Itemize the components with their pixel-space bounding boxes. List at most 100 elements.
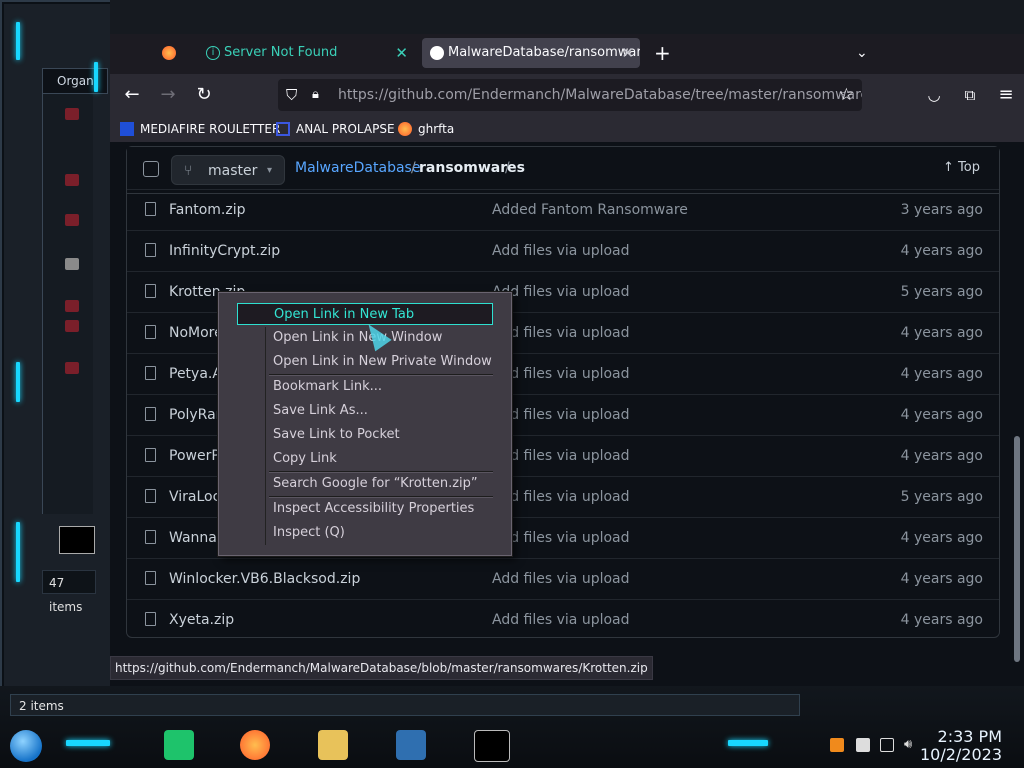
bookmark-mediafire[interactable]: MEDIAFIRE ROULETTER [120, 120, 280, 138]
file-icon[interactable] [65, 320, 79, 332]
branch-name: master [208, 163, 258, 179]
volume-icon[interactable]: 🔊︎ [904, 738, 918, 752]
file-name[interactable]: Winlocker.VB6.Blacksod.zip [169, 559, 360, 599]
tray-app-icon[interactable] [830, 738, 844, 752]
tab-github[interactable]: MalwareDatabase/ransomware ✕ [422, 38, 640, 68]
clock-time: 2:33 PM [937, 727, 1002, 746]
firefox-icon[interactable] [240, 730, 270, 760]
commit-message[interactable]: Add files via upload [492, 600, 630, 640]
file-icon[interactable] [65, 362, 79, 374]
reload-button[interactable]: ↻ [192, 83, 216, 107]
desktop-items-status: 2 items [10, 694, 800, 716]
file-icon[interactable] [65, 300, 79, 312]
menu-item-save-to-pocket[interactable]: Save Link to Pocket [273, 424, 400, 446]
window-skin-top [110, 0, 1024, 36]
commit-message[interactable]: Added Fantom Ransomware [492, 190, 688, 230]
shield-icon[interactable]: ⛉ [286, 79, 297, 111]
commit-message[interactable]: Add files via upload [492, 518, 630, 558]
file-icon [145, 612, 156, 626]
top-button[interactable]: ↑ Top [943, 160, 980, 175]
tab-label: MalwareDatabase/ransomware [448, 45, 640, 60]
url-text[interactable]: https://github.com/Endermanch/MalwareDat… [338, 87, 862, 103]
sidebar-toggle-icon[interactable] [143, 161, 159, 177]
skin-led [16, 522, 20, 582]
menu-item-open-private-window[interactable]: Open Link in New Private Window [273, 351, 492, 373]
chevron-down-icon[interactable]: ⌄ [856, 42, 870, 64]
table-row[interactable]: InfinityCrypt.zip Add files via upload 4 y… [127, 230, 999, 271]
arrow-up-icon: ↑ [943, 160, 959, 175]
close-icon[interactable]: ✕ [395, 38, 408, 68]
file-icon[interactable] [65, 108, 79, 120]
commit-message[interactable]: Add files via upload [492, 313, 630, 353]
menu-item-open-new-tab[interactable]: Open Link in New Tab [237, 303, 493, 325]
file-name[interactable]: NoMore [169, 313, 223, 353]
commit-message[interactable]: Add files via upload [492, 231, 630, 271]
close-icon[interactable]: ✕ [621, 38, 634, 68]
new-tab-button[interactable]: + [654, 42, 674, 64]
tab-label: Server Not Found [224, 45, 338, 60]
file-name[interactable]: Fantom.zip [169, 190, 246, 230]
file-name[interactable]: Xyeta.zip [169, 600, 234, 640]
repo-header: ⑂ master ▾ MalwareDatabase / ransomwares… [127, 147, 999, 194]
menu-item-save-link-as[interactable]: Save Link As... [273, 400, 368, 422]
commit-age: 4 years ago [900, 243, 983, 259]
explorer-window: Organ 47 items [0, 0, 114, 694]
commit-message[interactable]: Add files via upload [492, 436, 630, 476]
lock-icon[interactable]: 🔒︎ [312, 79, 319, 111]
menu-item-inspect-accessibility[interactable]: Inspect Accessibility Properties [273, 498, 474, 520]
commit-message[interactable]: Add files via upload [492, 395, 630, 435]
menu-item-bookmark-link[interactable]: Bookmark Link... [273, 376, 382, 398]
commit-age: 4 years ago [900, 571, 983, 587]
bookmark-ghrfta[interactable]: ghrfta [398, 120, 454, 138]
start-orb-icon[interactable] [10, 730, 42, 762]
commit-message[interactable]: Add files via upload [492, 477, 630, 517]
commit-message[interactable]: Add files via upload [492, 272, 630, 312]
forward-button[interactable]: → [156, 83, 180, 107]
tab-bar: i Server Not Found ✕ MalwareDatabase/ran… [110, 34, 1024, 72]
commit-age: 3 years ago [900, 202, 983, 218]
menu-icon[interactable]: ≡ [994, 83, 1018, 107]
file-name[interactable]: InfinityCrypt.zip [169, 231, 280, 271]
bookmark-anal-prolapse[interactable]: ANAL PROLAPSE [276, 120, 395, 138]
tab-firefox[interactable] [150, 38, 190, 68]
extensions-icon[interactable]: ⧉ [958, 83, 982, 107]
scrollbar-thumb[interactable] [1014, 436, 1020, 662]
table-row[interactable]: Winlocker.VB6.Blacksod.zip Add files via … [127, 558, 999, 599]
file-icon[interactable] [65, 214, 79, 226]
commit-message[interactable]: Add files via upload [492, 559, 630, 599]
terminal-thumbnail-icon[interactable] [59, 526, 95, 554]
file-icon[interactable] [65, 174, 79, 186]
star-icon[interactable]: ☆ [839, 79, 854, 111]
menu-item-search-google[interactable]: Search Google for “Krotten.zip” [273, 473, 478, 495]
menu-item-copy-link[interactable]: Copy Link [273, 448, 337, 470]
skin-led [16, 22, 20, 60]
back-button[interactable]: ← [120, 83, 144, 107]
commit-age: 4 years ago [900, 530, 983, 546]
nav-bar: ← → ↻ ⛉ 🔒︎ https://github.com/Endermanch… [110, 74, 1024, 116]
clock[interactable]: 2:33 PM 10/2/2023 [920, 728, 1002, 764]
firefox-icon [162, 46, 176, 60]
url-bar[interactable]: ⛉ 🔒︎ https://github.com/Endermanch/Malwa… [278, 79, 862, 111]
tab-server-not-found[interactable]: i Server Not Found ✕ [198, 38, 414, 68]
branch-selector[interactable]: ⑂ master ▾ [171, 155, 285, 185]
flag-icon[interactable] [856, 738, 870, 752]
file-icon[interactable] [65, 258, 79, 270]
firefox-icon [398, 122, 412, 136]
network-icon[interactable] [880, 738, 894, 752]
pocket-icon[interactable]: ◡ [922, 83, 946, 107]
commit-message[interactable]: Add files via upload [492, 354, 630, 394]
folder-icon[interactable] [318, 730, 348, 760]
table-row[interactable]: Fantom.zip Added Fantom Ransomware 3 years… [127, 189, 999, 230]
table-row[interactable]: Xyeta.zip Add files via upload 4 years ago [127, 599, 999, 640]
menu-item-open-new-window[interactable]: Open Link in New Window [273, 327, 442, 349]
terminal-icon[interactable] [474, 730, 510, 762]
link-status-bar: https://github.com/Endermanch/MalwareDat… [110, 656, 653, 680]
virtualbox-icon[interactable] [396, 730, 426, 760]
skin-led [66, 740, 110, 746]
menu-item-inspect[interactable]: Inspect (Q) [273, 522, 345, 544]
bookmark-icon [276, 122, 290, 136]
breadcrumb-repo[interactable]: MalwareDatabase [295, 160, 420, 176]
skin-led [94, 62, 98, 92]
notes-app-icon[interactable] [164, 730, 194, 760]
breadcrumb-separator: / [411, 160, 416, 176]
